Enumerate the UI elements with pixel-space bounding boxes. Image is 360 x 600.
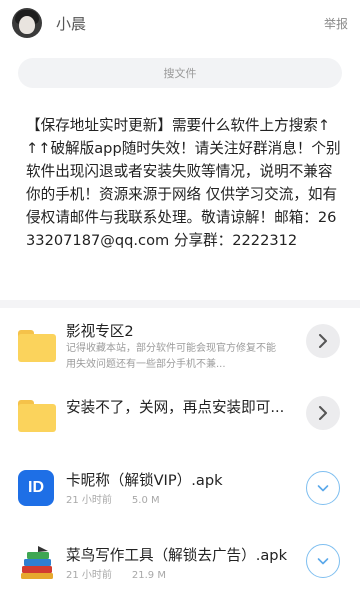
item-time: 21 小时前 [66,570,112,581]
item-title: 影视专区2 [66,323,134,340]
notice-text: 【保存地址实时更新】需要什么软件上方搜索↑↑↑破解版app随时失效！请关注好群消… [26,117,341,249]
item-title: 卡昵称（解锁VIP）.apk [66,472,223,489]
download-icon [317,485,329,492]
item-size: 21.9 M [131,570,166,581]
list-item[interactable]: 影视专区2 记得收藏本站，部分软件可能会现官方修复不能用失效问题还有一些部分手机… [0,310,360,380]
search-label: 搜文件 [163,67,197,80]
open-folder-button[interactable] [306,324,340,358]
username: 小晨 [56,14,87,33]
item-title: 菜鸟写作工具（解锁去广告）.apk [66,547,288,564]
item-meta: 21 小时前 21.9 M [66,566,166,581]
download-button[interactable] [306,544,340,578]
chevron-right-icon [319,406,327,420]
item-size: 5.0 M [131,495,160,506]
item-description: 记得收藏本站，部分软件可能会现官方修复不能用失效问题还有一些部分手机不兼... [66,343,276,370]
item-title: 安装不了，关网，再点安装即可... [66,399,285,416]
report-button[interactable]: 举报 [324,15,348,32]
chevron-right-icon [319,334,327,348]
open-folder-button[interactable] [306,396,340,430]
section-divider [0,300,360,308]
download-icon [317,558,329,565]
list-item[interactable]: ID 卡昵称（解锁VIP）.apk 21 小时前 5.0 M [0,455,360,525]
item-time: 21 小时前 [66,495,112,506]
list-item[interactable]: 安装不了，关网，再点安装即可... [0,380,360,450]
list-item[interactable]: 菜鸟写作工具（解锁去广告）.apk 21 小时前 21.9 M [0,528,360,598]
top-bar: 小晨 举报 [0,0,360,46]
books-icon [18,544,56,582]
folder-icon [18,396,56,434]
app-icon: ID [18,470,54,506]
avatar[interactable] [12,8,42,38]
folder-icon [18,326,56,364]
item-meta: 21 小时前 5.0 M [66,491,160,506]
search-input[interactable]: 搜文件 [18,58,342,88]
download-button[interactable] [306,471,340,505]
